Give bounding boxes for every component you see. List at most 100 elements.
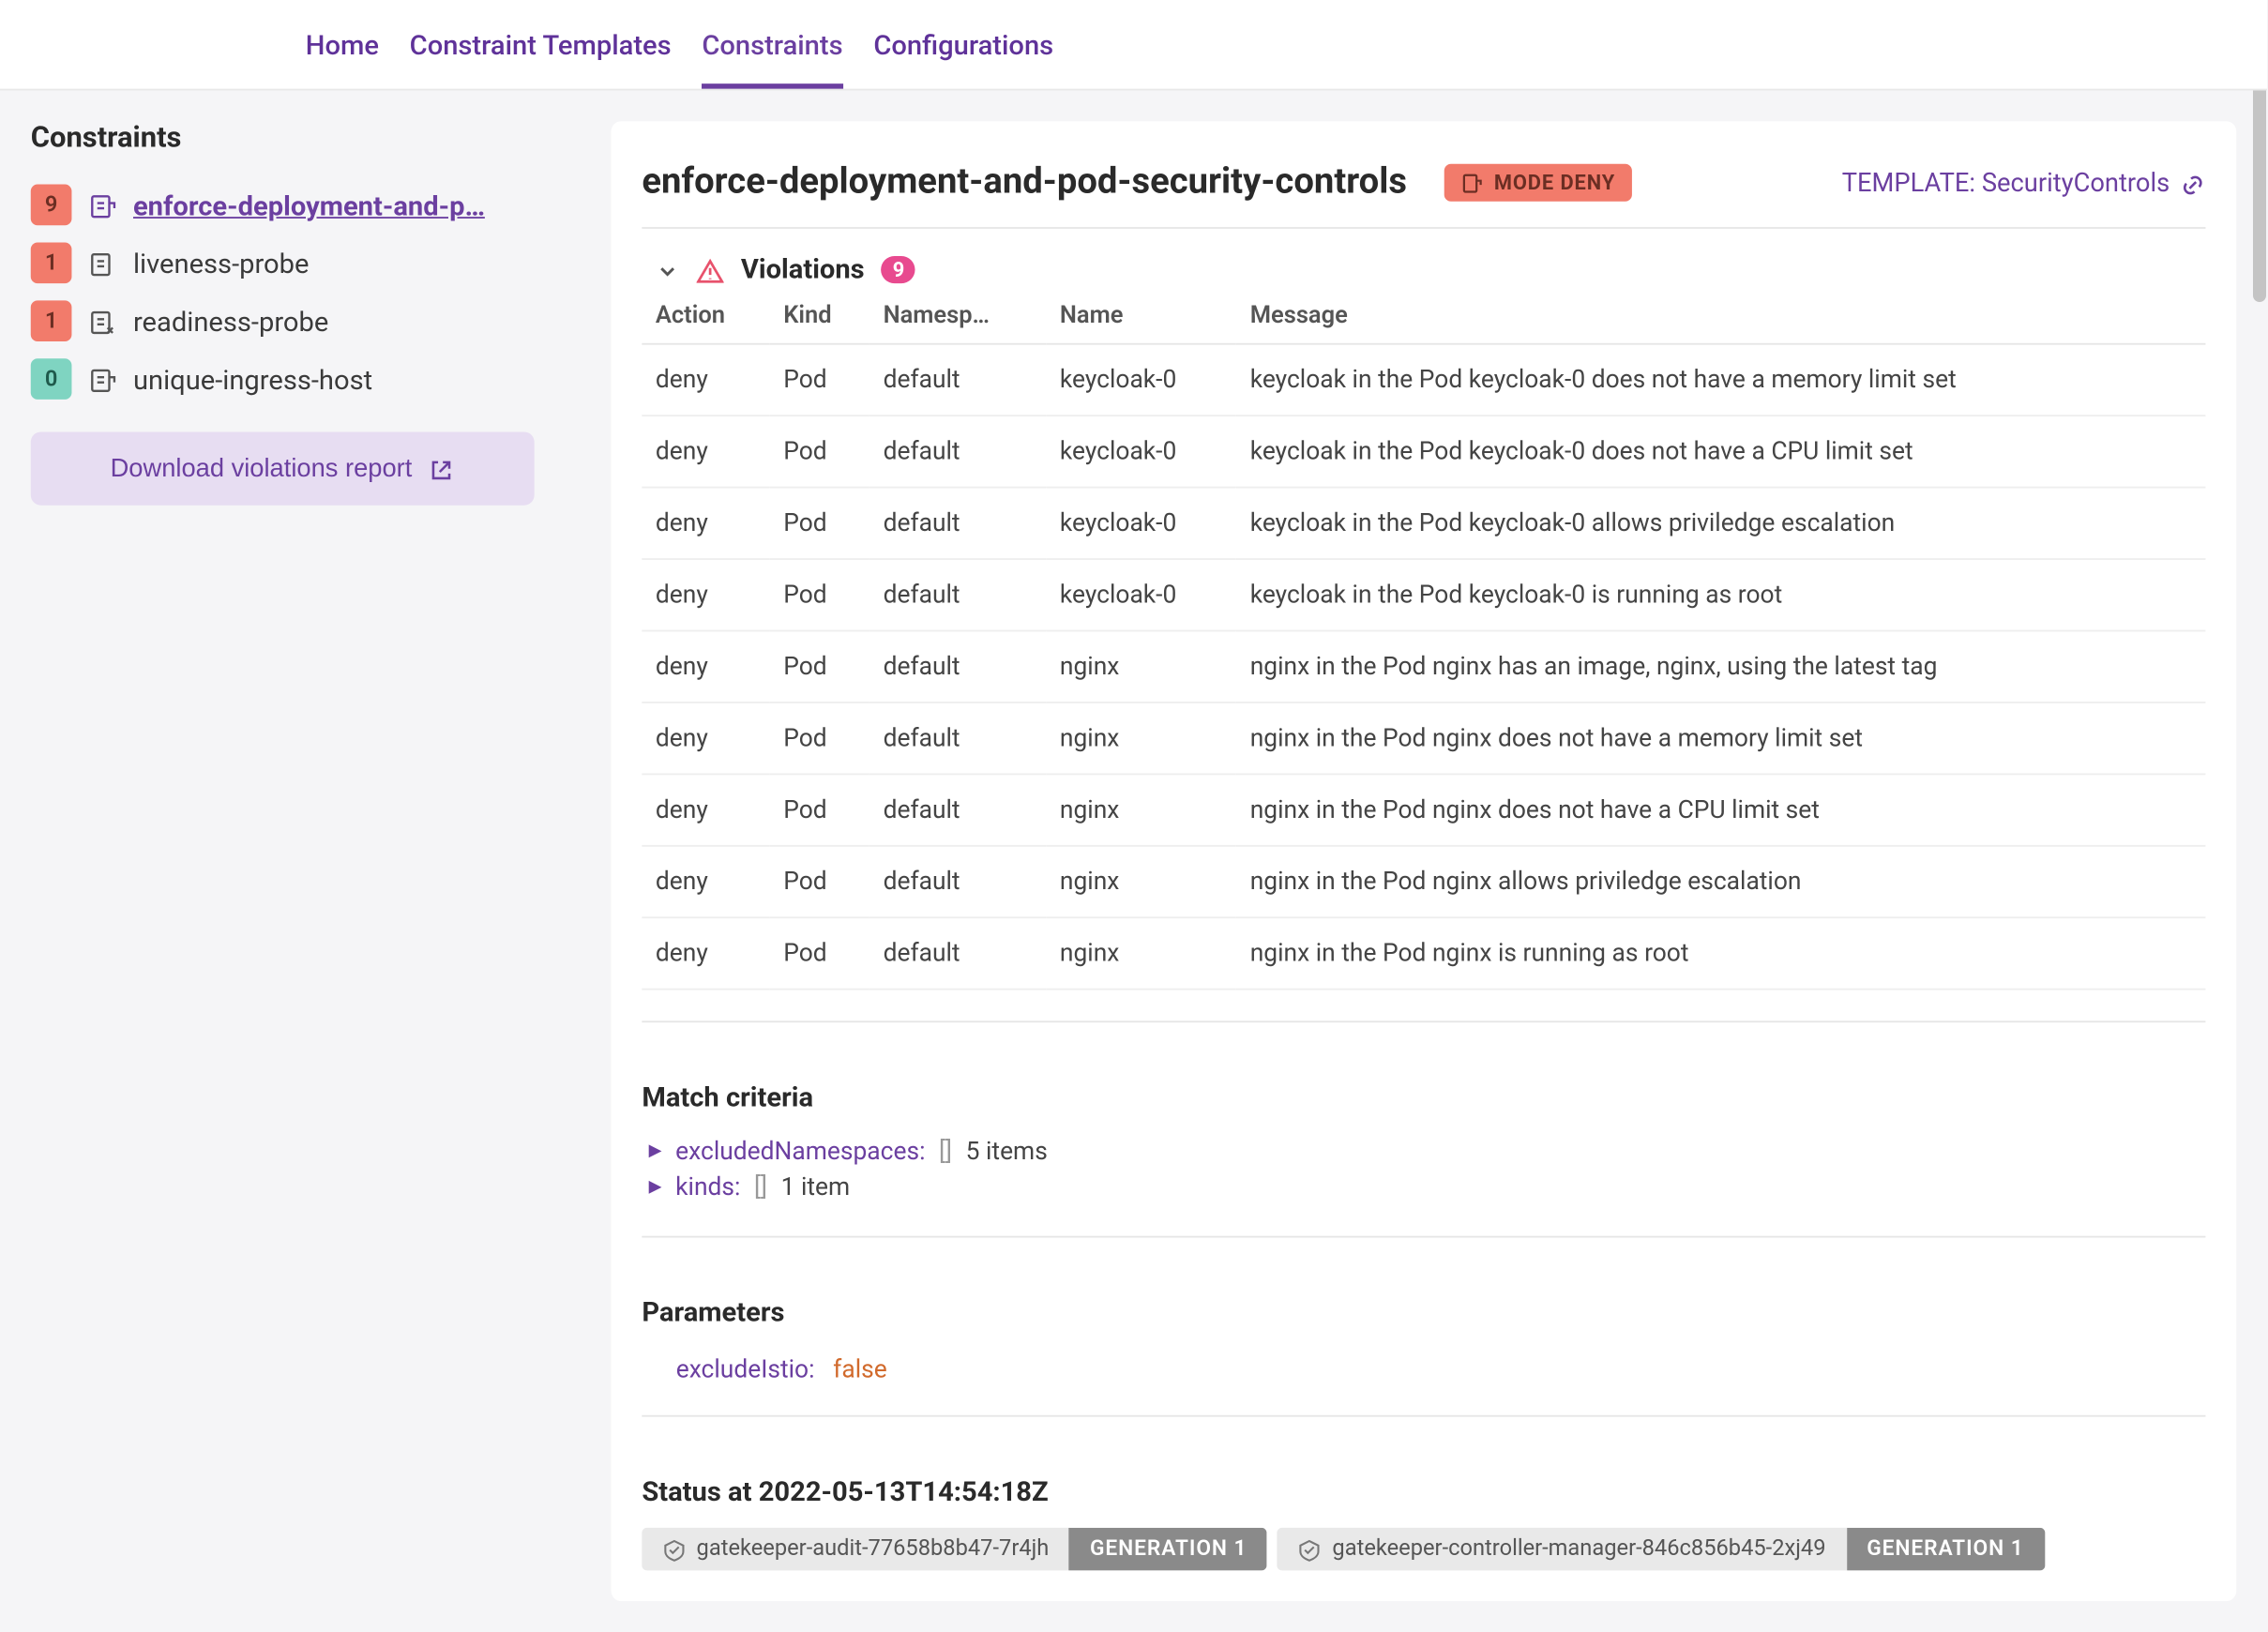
generation-label: GENERATION 1 <box>1846 1528 2044 1571</box>
cell: deny <box>642 917 769 989</box>
status-title: Status at 2022-05-13T14:54:18Z <box>642 1474 2205 1507</box>
cell: Pod <box>770 344 869 416</box>
cell: default <box>869 846 1046 917</box>
nav-templates[interactable]: Constraint Templates <box>410 1 672 88</box>
constraint-label: enforce-deployment-and-p… <box>133 189 485 221</box>
pod-name: gatekeeper-audit-77658b8b47-7r4jh <box>642 1528 1069 1571</box>
constraint-label: unique-ingress-host <box>133 363 372 396</box>
cell: deny <box>642 774 769 845</box>
expand-triangle-icon: ▶ <box>649 1178 662 1197</box>
cell: deny <box>642 630 769 702</box>
cell: default <box>869 344 1046 416</box>
cell: nginx <box>1046 774 1236 845</box>
cell: Pod <box>770 703 869 774</box>
column-header: Name <box>1046 302 1236 344</box>
violation-count-badge: 1 <box>31 242 72 283</box>
table-row: denyPoddefaultkeycloak-0keycloak in the … <box>642 416 2205 487</box>
table-row: denyPoddefaultnginxnginx in the Pod ngin… <box>642 846 2205 917</box>
column-header: Namesp… <box>869 302 1046 344</box>
sidebar-item-readiness[interactable]: 1 readiness-probe <box>31 292 577 350</box>
sidebar-item-unique-ingress[interactable]: 0 unique-ingress-host <box>31 350 577 408</box>
cell: default <box>869 416 1046 487</box>
cell: keycloak-0 <box>1046 488 1236 559</box>
table-row: denyPoddefaultkeycloak-0keycloak in the … <box>642 488 2205 559</box>
cell: keycloak in the Pod keycloak-0 is runnin… <box>1236 559 2205 630</box>
column-header: Message <box>1236 302 2205 344</box>
warning-icon <box>697 252 724 285</box>
nav-configurations[interactable]: Configurations <box>873 1 1053 88</box>
criteria-count: 1 item <box>781 1172 851 1201</box>
cell: keycloak in the Pod keycloak-0 allows pr… <box>1236 488 2205 559</box>
nav-constraints[interactable]: Constraints <box>702 1 842 88</box>
column-header: Action <box>642 302 769 344</box>
cell: Pod <box>770 774 869 845</box>
policy-icon <box>89 363 116 396</box>
link-icon <box>2180 167 2205 198</box>
constraint-label: readiness-probe <box>133 305 328 338</box>
cell: deny <box>642 416 769 487</box>
cell: nginx in the Pod nginx has an image, ngi… <box>1236 630 2205 702</box>
cell: Pod <box>770 488 869 559</box>
constraint-label: liveness-probe <box>133 247 309 280</box>
cell: Pod <box>770 630 869 702</box>
bracket: [] <box>754 1172 767 1201</box>
status-pill: gatekeeper-controller-manager-846c856b45… <box>1278 1528 2044 1571</box>
cell: deny <box>642 703 769 774</box>
violations-title: Violations <box>741 252 865 285</box>
table-row: denyPoddefaultkeycloak-0keycloak in the … <box>642 559 2205 630</box>
violation-count-badge: 0 <box>31 358 72 400</box>
topnav: Home Constraint Templates Constraints Co… <box>0 0 2267 90</box>
cell: nginx <box>1046 703 1236 774</box>
deny-icon <box>1461 171 1484 195</box>
cell: nginx <box>1046 846 1236 917</box>
cell: default <box>869 703 1046 774</box>
violations-count: 9 <box>882 255 915 282</box>
criteria-key: kinds: <box>675 1172 740 1201</box>
cell: default <box>869 917 1046 989</box>
main-panel: enforce-deployment-and-pod-security-cont… <box>612 121 2237 1601</box>
table-row: denyPoddefaultnginxnginx in the Pod ngin… <box>642 774 2205 845</box>
criteria-key: excludedNamespaces: <box>675 1137 925 1166</box>
cell: keycloak in the Pod keycloak-0 does not … <box>1236 416 2205 487</box>
policy-icon <box>89 305 116 338</box>
constraint-title: enforce-deployment-and-pod-security-cont… <box>642 162 1407 204</box>
chevron-down-icon[interactable] <box>656 252 679 285</box>
match-row-excluded-namespaces[interactable]: ▶ excludedNamespaces: [] 5 items <box>642 1133 2205 1169</box>
sidebar-title: Constraints <box>31 121 577 155</box>
param-key: excludeIstio: <box>676 1355 815 1384</box>
nav-home[interactable]: Home <box>306 1 379 88</box>
bracket: [] <box>939 1137 952 1166</box>
cell: nginx in the Pod nginx is running as roo… <box>1236 917 2205 989</box>
status-pill: gatekeeper-audit-77658b8b47-7r4jhGENERAT… <box>642 1528 1267 1571</box>
cell: deny <box>642 344 769 416</box>
pod-name: gatekeeper-controller-manager-846c856b45… <box>1278 1528 1846 1571</box>
download-report-button[interactable]: Download violations report <box>31 431 535 505</box>
sidebar-item-enforce[interactable]: 9 enforce-deployment-and-p… <box>31 175 577 234</box>
cell: keycloak in the Pod keycloak-0 does not … <box>1236 344 2205 416</box>
column-header: Kind <box>770 302 869 344</box>
violation-count-badge: 9 <box>31 185 72 226</box>
cell: nginx in the Pod nginx allows priviledge… <box>1236 846 2205 917</box>
cell: nginx in the Pod nginx does not have a C… <box>1236 774 2205 845</box>
download-report-label: Download violations report <box>111 454 413 483</box>
mode-badge: MODE DENY <box>1444 163 1632 202</box>
cell: nginx <box>1046 917 1236 989</box>
match-row-kinds[interactable]: ▶ kinds: [] 1 item <box>642 1170 2205 1205</box>
sidebar: Constraints 9 enforce-deployment-and-p… … <box>31 121 577 1601</box>
param-exclude-istio: excludeIstio: false <box>642 1349 2205 1384</box>
external-link-icon <box>430 454 455 483</box>
cell: Pod <box>770 846 869 917</box>
cell: Pod <box>770 917 869 989</box>
cell: keycloak-0 <box>1046 559 1236 630</box>
cell: nginx <box>1046 630 1236 702</box>
table-row: denyPoddefaultnginxnginx in the Pod ngin… <box>642 630 2205 702</box>
cell: nginx in the Pod nginx does not have a m… <box>1236 703 2205 774</box>
cell: default <box>869 488 1046 559</box>
table-row: denyPoddefaultnginxnginx in the Pod ngin… <box>642 703 2205 774</box>
cell: keycloak-0 <box>1046 344 1236 416</box>
violation-count-badge: 1 <box>31 300 72 341</box>
violations-table: ActionKindNamesp…NameMessage denyPoddefa… <box>642 302 2205 990</box>
cell: default <box>869 774 1046 845</box>
template-link[interactable]: TEMPLATE: SecurityControls <box>1842 167 2206 198</box>
sidebar-item-liveness[interactable]: 1 liveness-probe <box>31 234 577 292</box>
